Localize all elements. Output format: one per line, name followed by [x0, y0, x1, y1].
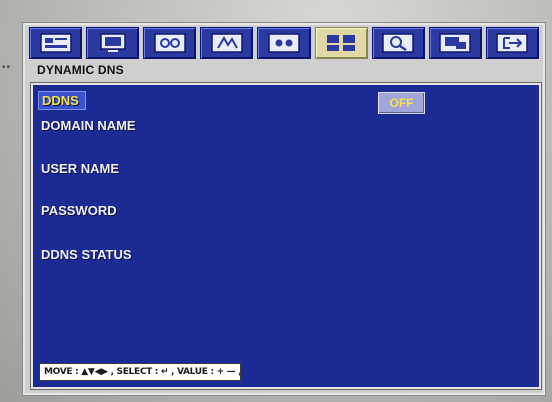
motion-detect-icon: [211, 33, 243, 53]
page-title: DYNAMIC DNS: [37, 63, 124, 77]
ddns-toggle[interactable]: OFF: [378, 92, 425, 114]
backup-icon: [439, 33, 472, 53]
ddns-status-label: DDNS STATUS: [41, 247, 132, 262]
password-label[interactable]: PASSWORD: [41, 203, 117, 218]
exit-icon: [496, 33, 529, 53]
system-settings-icon: [268, 33, 300, 53]
network-button[interactable]: [314, 27, 368, 59]
domain-name-label[interactable]: DOMAIN NAME: [41, 118, 136, 133]
ddns-label[interactable]: DDNS: [38, 91, 86, 110]
exit-button[interactable]: [485, 27, 539, 59]
monitor-button[interactable]: [86, 27, 140, 59]
edge-dots: ••: [2, 62, 12, 73]
menu-toolbar: [29, 27, 539, 59]
network-icon: [327, 35, 356, 51]
key-help-bar: MOVE : ▲▼◀▶ , SELECT : ↵ , VALUE : + — ,…: [39, 363, 241, 381]
monitor-icon: [99, 33, 126, 52]
user-name-label[interactable]: USER NAME: [41, 161, 119, 176]
display-setup-icon: [39, 33, 72, 53]
camera-record-icon: [154, 33, 186, 53]
system-settings-button[interactable]: [257, 27, 311, 59]
display-setup-button[interactable]: [29, 27, 83, 59]
camera-record-button[interactable]: [143, 27, 197, 59]
backup-button[interactable]: [428, 27, 482, 59]
motion-detect-button[interactable]: [200, 27, 254, 59]
ddns-settings-panel: DDNS OFF DOMAIN NAME USER NAME PASSWORD …: [31, 83, 541, 389]
search-playback-button[interactable]: [371, 27, 425, 59]
search-playback-icon: [382, 33, 414, 53]
dvr-osd-screen: DYNAMIC DNS DDNS OFF DOMAIN NAME USER NA…: [22, 22, 546, 396]
